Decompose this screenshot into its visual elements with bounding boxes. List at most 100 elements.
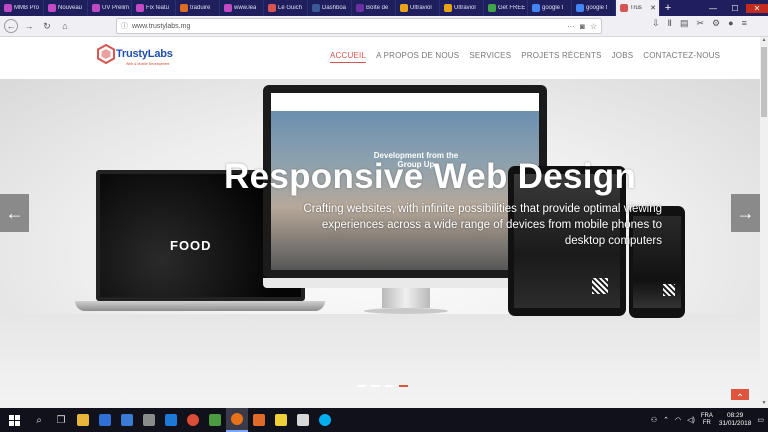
browser-tab[interactable]: traduire bbox=[176, 0, 220, 16]
taskbar-app-doc[interactable] bbox=[292, 408, 314, 432]
menu-item[interactable]: SERVICES bbox=[469, 51, 511, 63]
minimize-button[interactable]: — bbox=[702, 4, 724, 13]
taskbar-app-green[interactable] bbox=[204, 408, 226, 432]
tab-favicon-icon bbox=[224, 4, 232, 12]
monitor-stand bbox=[382, 288, 430, 308]
taskbar-store[interactable] bbox=[94, 408, 116, 432]
browser-tab[interactable]: Dashboa bbox=[308, 0, 352, 16]
home-button[interactable]: ⌂ bbox=[58, 19, 72, 33]
extension-icon[interactable]: ● bbox=[728, 18, 733, 29]
gallery-icon bbox=[143, 414, 155, 426]
close-tab-icon[interactable]: ✕ bbox=[650, 4, 659, 12]
chrome-icon bbox=[187, 414, 199, 426]
library-icon[interactable]: Ⅱ bbox=[668, 18, 672, 29]
tab-favicon-icon bbox=[48, 4, 56, 12]
tab-label: Get FREE bbox=[498, 5, 526, 11]
slider-next-button[interactable]: → bbox=[731, 194, 760, 232]
chevron-up-icon: ⌃ bbox=[735, 392, 745, 401]
browser-tab[interactable]: UV Prelim bbox=[88, 0, 132, 16]
scrollbar-thumb[interactable] bbox=[761, 47, 767, 117]
slider-dot[interactable] bbox=[357, 385, 366, 387]
taskbar-edge[interactable] bbox=[160, 408, 182, 432]
logo-tagline: Web & Mobile Development bbox=[126, 62, 170, 66]
slider-dot[interactable] bbox=[399, 385, 408, 387]
notes-icon bbox=[275, 414, 287, 426]
main-menu: ACCUEIL A PROPOS DE NOUS SERVICES PROJETS R… bbox=[330, 51, 720, 63]
reload-button[interactable]: ↻ bbox=[40, 19, 54, 33]
sidebar-icon[interactable]: ▤ bbox=[680, 18, 689, 29]
back-button[interactable]: ← bbox=[4, 19, 18, 33]
browser-nav-bar: ← → ↻ ⌂ ⓘ www.trustylabs.mg ··· ◙ ☆ ⇩ Ⅱ … bbox=[0, 16, 768, 37]
menu-item[interactable]: PROJETS RÉCENTS bbox=[521, 51, 601, 63]
vertical-scrollbar[interactable]: ▲ ▼ bbox=[760, 37, 768, 408]
start-button[interactable] bbox=[0, 408, 28, 432]
task-view-icon: ❐ bbox=[56, 414, 66, 426]
menu-item[interactable]: JOBS bbox=[612, 51, 634, 63]
menu-icon[interactable]: ≡ bbox=[742, 18, 747, 29]
maximize-button[interactable]: ☐ bbox=[724, 4, 746, 13]
bookmark-star-icon[interactable]: ☆ bbox=[590, 22, 597, 31]
pocket-icon[interactable]: ◙ bbox=[580, 22, 585, 31]
arrow-left-icon: ← bbox=[6, 21, 16, 31]
address-bar[interactable]: ⓘ www.trustylabs.mg ··· ◙ ☆ bbox=[116, 18, 602, 34]
app-icon bbox=[121, 414, 133, 426]
browser-tab[interactable]: Boîte de bbox=[352, 0, 396, 16]
site-logo[interactable]: TrustyLabs Web & Mobile Development bbox=[96, 44, 182, 72]
screenshot-icon[interactable]: ✂ bbox=[697, 18, 705, 29]
taskbar-file-explorer[interactable] bbox=[72, 408, 94, 432]
chevron-up-icon[interactable]: ⌃ bbox=[663, 416, 669, 424]
browser-tab[interactable]: Le Guich bbox=[264, 0, 308, 16]
slider-dot[interactable] bbox=[385, 385, 394, 387]
new-tab-button[interactable]: + bbox=[660, 2, 676, 14]
url-text[interactable]: www.trustylabs.mg bbox=[132, 23, 190, 30]
taskbar-chrome[interactable] bbox=[182, 408, 204, 432]
app-icon bbox=[209, 414, 221, 426]
search-icon: ⌕ bbox=[36, 414, 42, 426]
downloads-icon[interactable]: ⇩ bbox=[652, 18, 660, 29]
task-view-button[interactable]: ❐ bbox=[50, 408, 72, 432]
taskbar-app-orange[interactable] bbox=[248, 408, 270, 432]
language-indicator[interactable]: FRA FR bbox=[701, 413, 713, 427]
page-actions-icon[interactable]: ··· bbox=[567, 22, 575, 31]
tablet-qr-code bbox=[592, 278, 608, 294]
hero-floor bbox=[0, 314, 760, 400]
close-window-button[interactable]: ✕ bbox=[746, 3, 768, 13]
taskbar-firefox[interactable] bbox=[226, 408, 248, 432]
browser-tab[interactable]: Trus ✕ bbox=[616, 0, 660, 16]
browser-tab[interactable]: Get FREE bbox=[484, 0, 528, 16]
lang-bottom: FR bbox=[702, 420, 711, 426]
menu-item[interactable]: A PROPOS DE NOUS bbox=[376, 51, 459, 63]
browser-tab[interactable]: Ultraviol bbox=[440, 0, 484, 16]
forward-button[interactable]: → bbox=[22, 19, 36, 33]
scroll-up-arrow[interactable]: ▲ bbox=[760, 37, 768, 45]
search-button[interactable]: ⌕ bbox=[28, 408, 50, 432]
slider-prev-button[interactable]: ← bbox=[0, 194, 29, 232]
settings-gear-icon[interactable]: ⚙ bbox=[712, 18, 720, 29]
browser-tab[interactable]: google t bbox=[572, 0, 616, 16]
scroll-to-top-button[interactable]: ⌃ bbox=[731, 389, 749, 400]
menu-item[interactable]: CONTACTEZ-NOUS bbox=[643, 51, 720, 63]
browser-tab[interactable]: Fix featu bbox=[132, 0, 176, 16]
browser-tab[interactable]: Nouveau bbox=[44, 0, 88, 16]
taskbar-skype[interactable] bbox=[314, 408, 336, 432]
volume-icon[interactable]: ◁) bbox=[687, 416, 695, 424]
browser-tab[interactable]: google t bbox=[528, 0, 572, 16]
notifications-icon[interactable]: ▭ bbox=[757, 416, 764, 424]
taskbar-sticky-notes[interactable] bbox=[270, 408, 292, 432]
site-info-icon[interactable]: ⓘ bbox=[121, 21, 128, 31]
browser-tab[interactable]: MMB Pro bbox=[0, 0, 44, 16]
people-icon[interactable]: ⚇ bbox=[651, 416, 657, 424]
browser-tab[interactable]: www.lea bbox=[220, 0, 264, 16]
tab-favicon-icon bbox=[180, 4, 188, 12]
tab-favicon-icon bbox=[400, 4, 408, 12]
slider-dot[interactable] bbox=[371, 385, 380, 387]
arrow-right-icon: → bbox=[24, 21, 34, 31]
wifi-icon[interactable]: ◠ bbox=[675, 416, 681, 424]
browser-tab[interactable]: Ultraviol bbox=[396, 0, 440, 16]
taskbar-app-blue[interactable] bbox=[116, 408, 138, 432]
taskbar-app-gallery[interactable] bbox=[138, 408, 160, 432]
clock[interactable]: 08:29 31/01/2018 bbox=[719, 412, 752, 428]
horizontal-scrollbar[interactable] bbox=[0, 400, 760, 408]
scroll-down-arrow[interactable]: ▼ bbox=[760, 400, 768, 408]
menu-item[interactable]: ACCUEIL bbox=[330, 51, 367, 63]
